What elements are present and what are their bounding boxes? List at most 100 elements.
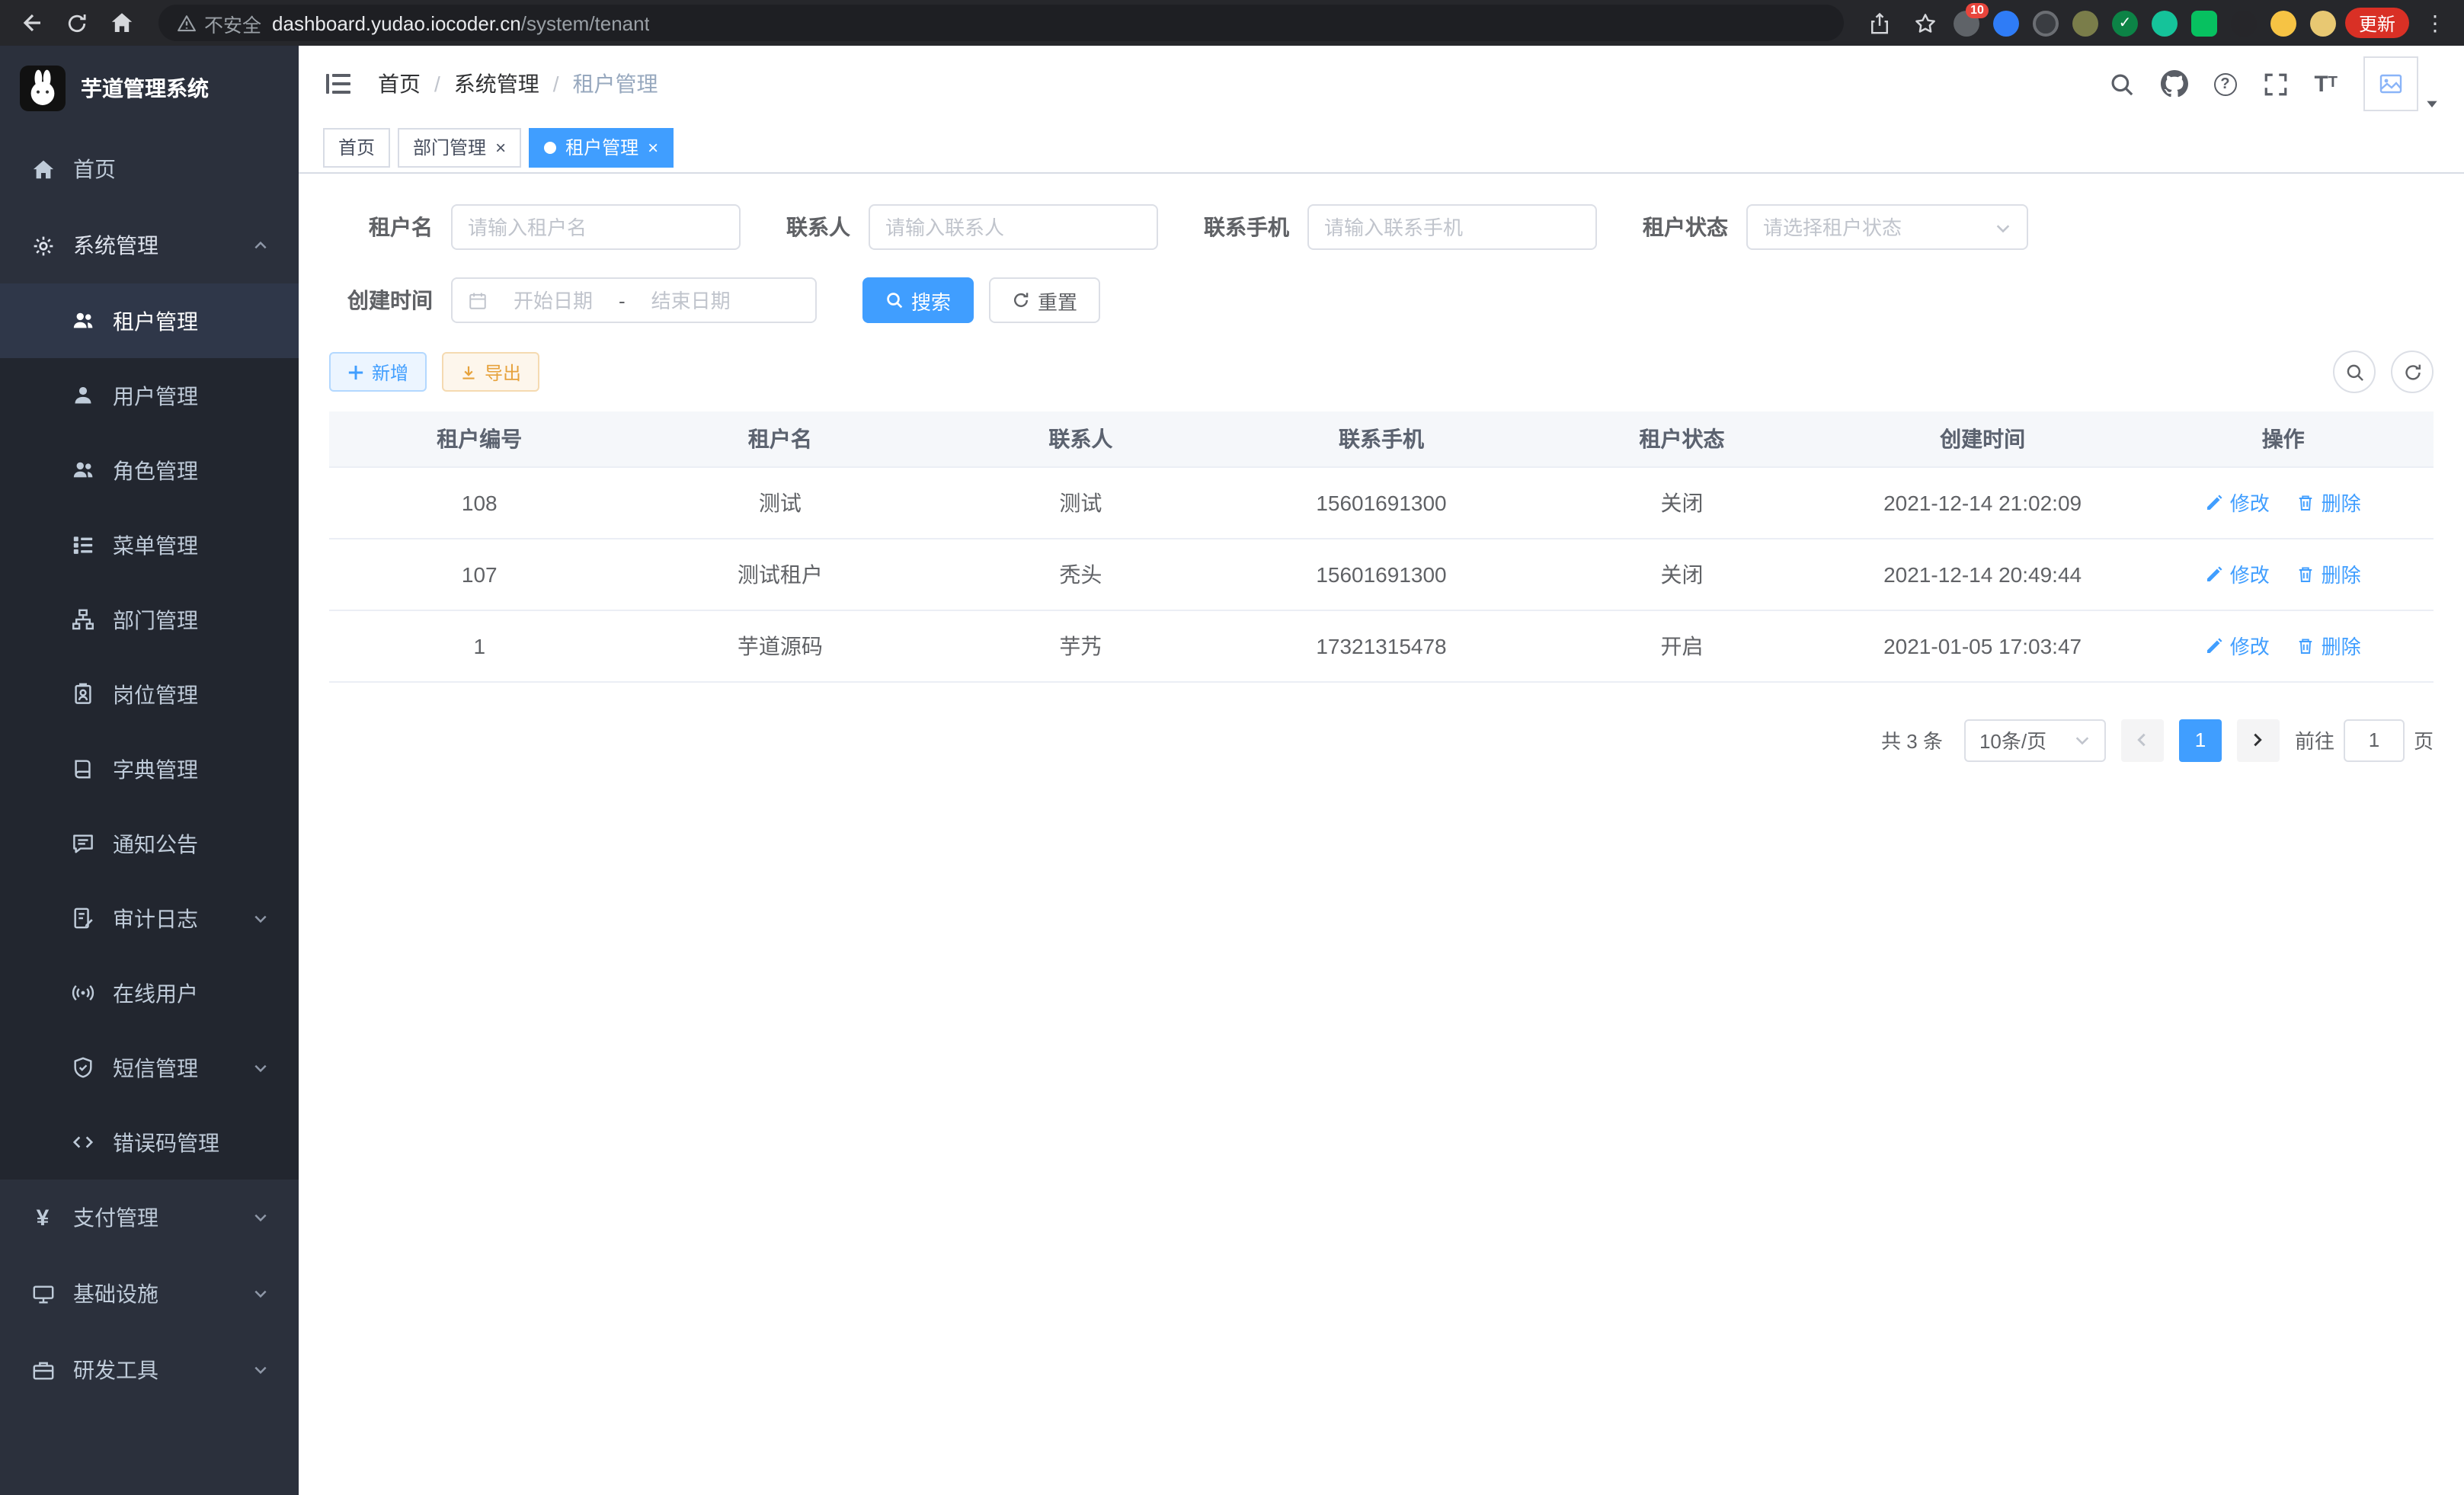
sidebar-item-user[interactable]: 用户管理	[0, 358, 299, 433]
warning-icon	[177, 13, 197, 33]
extension-icon-1[interactable]: 10	[1954, 10, 1979, 36]
sidebar-item-audit-log[interactable]: 审计日志	[0, 881, 299, 956]
edit-link[interactable]: 修改	[2206, 488, 2270, 517]
sidebar-item-dict[interactable]: 字典管理	[0, 731, 299, 806]
sidebar-logo[interactable]: 芋道管理系统	[0, 46, 299, 131]
user-avatar[interactable]	[2363, 56, 2440, 111]
sidebar-item-devtools[interactable]: 研发工具	[0, 1332, 299, 1408]
logo-rabbit-icon	[20, 66, 66, 111]
sidebar-item-post[interactable]: 岗位管理	[0, 657, 299, 731]
extension-icon-6[interactable]	[2152, 10, 2178, 36]
address-bar[interactable]: 不安全 dashboard.yudao.iocoder.cn/system/te…	[158, 5, 1844, 41]
status-select-input[interactable]	[1763, 216, 1986, 238]
close-icon[interactable]: ×	[648, 138, 658, 156]
contact-input[interactable]	[885, 216, 1141, 238]
help-icon[interactable]: ?	[2213, 72, 2236, 95]
sidebar-item-notice[interactable]: 通知公告	[0, 806, 299, 881]
page-number-button[interactable]: 1	[2179, 719, 2222, 761]
goto-label: 前往	[2295, 725, 2334, 754]
prev-page-button[interactable]	[2121, 719, 2164, 761]
filter-label: 创建时间	[329, 285, 433, 315]
col-mobile: 联系手机	[1231, 411, 1532, 466]
edit-link[interactable]: 修改	[2206, 631, 2270, 660]
extension-icon-9[interactable]	[2270, 10, 2296, 36]
sidebar-item-dept[interactable]: 部门管理	[0, 582, 299, 657]
breadcrumb-home[interactable]: 首页	[378, 69, 421, 99]
tag-tenant[interactable]: 租户管理 ×	[529, 127, 674, 167]
cell-status: 关闭	[1531, 538, 1832, 610]
top-navbar: 首页 / 系统管理 / 租户管理 ?	[299, 46, 2464, 122]
close-icon[interactable]: ×	[495, 138, 506, 156]
sidebar-item-label: 研发工具	[73, 1355, 158, 1385]
sidebar-item-home[interactable]: 首页	[0, 131, 299, 207]
goto-page-input[interactable]	[2344, 719, 2405, 761]
extension-icon-2[interactable]	[1993, 10, 2019, 36]
trash-icon	[2297, 565, 2315, 583]
reset-button[interactable]: 重置	[989, 277, 1100, 323]
sidebar-item-infra[interactable]: 基础设施	[0, 1256, 299, 1332]
end-date-input[interactable]	[635, 289, 747, 312]
back-icon[interactable]	[12, 5, 49, 41]
delete-link[interactable]: 删除	[2297, 488, 2361, 517]
extension-icon-4[interactable]	[2072, 10, 2098, 36]
chrome-update-button[interactable]: 更新	[2345, 8, 2409, 38]
extension-icon-3[interactable]	[2033, 10, 2059, 36]
extension-icon-7[interactable]	[2191, 10, 2217, 36]
share-icon[interactable]	[1862, 5, 1899, 41]
export-button[interactable]: 导出	[442, 352, 539, 392]
security-warning[interactable]: 不安全	[177, 8, 261, 37]
main-area: 首页 / 系统管理 / 租户管理 ?	[299, 46, 2464, 1495]
sidebar-item-online-users[interactable]: 在线用户	[0, 956, 299, 1030]
sidebar-item-menu[interactable]: 菜单管理	[0, 507, 299, 582]
sidebar-item-role[interactable]: 角色管理	[0, 433, 299, 507]
date-range-picker[interactable]: -	[451, 277, 817, 323]
add-button[interactable]: 新增	[329, 352, 427, 392]
tag-home[interactable]: 首页	[323, 127, 390, 167]
sidebar-item-tenant[interactable]: 租户管理	[0, 283, 299, 358]
cell-mobile: 17321315478	[1231, 610, 1532, 681]
home-icon[interactable]	[104, 5, 140, 41]
col-created: 创建时间	[1832, 411, 2133, 466]
sidebar-item-system[interactable]: 系统管理	[0, 207, 299, 283]
bookmark-star-icon[interactable]	[1908, 5, 1944, 41]
extension-icon-8[interactable]	[2231, 10, 2257, 36]
sidebar-item-label: 首页	[73, 154, 116, 184]
edit-link[interactable]: 修改	[2206, 559, 2270, 588]
filter-tenant-name: 租户名	[329, 204, 741, 250]
delete-link[interactable]: 删除	[2297, 559, 2361, 588]
right-toolbar	[2333, 351, 2434, 393]
mobile-input[interactable]	[1324, 216, 1580, 238]
sidebar-item-error-code[interactable]: 错误码管理	[0, 1105, 299, 1180]
sidebar-item-pay[interactable]: ¥ 支付管理	[0, 1180, 299, 1256]
fullscreen-icon[interactable]	[2262, 71, 2288, 97]
search-button[interactable]: 搜索	[862, 277, 974, 323]
delete-link[interactable]: 删除	[2297, 631, 2361, 660]
page-size-select[interactable]: 10条/页	[1964, 719, 2106, 761]
filter-row-2: 创建时间 - 搜索	[329, 277, 2434, 323]
breadcrumb-separator: /	[553, 72, 559, 96]
profile-avatar-icon[interactable]	[2310, 10, 2336, 36]
github-icon[interactable]	[2160, 70, 2187, 98]
sidebar-item-sms[interactable]: 短信管理	[0, 1030, 299, 1105]
browser-menu-icon[interactable]: ⋮	[2418, 10, 2452, 36]
tag-dept[interactable]: 部门管理 ×	[398, 127, 521, 167]
url-domain: dashboard.yudao.iocoder.cn	[272, 11, 521, 34]
status-select[interactable]	[1746, 204, 2028, 250]
next-page-button[interactable]	[2237, 719, 2280, 761]
start-date-input[interactable]	[497, 289, 610, 312]
tenant-name-input[interactable]	[468, 216, 724, 238]
cell-contact: 测试	[930, 466, 1231, 538]
toggle-search-button[interactable]	[2333, 351, 2376, 393]
font-size-icon[interactable]: TT	[2314, 72, 2338, 95]
cell-id: 108	[329, 466, 630, 538]
refresh-icon[interactable]	[58, 5, 94, 41]
breadcrumb-system[interactable]: 系统管理	[454, 69, 539, 99]
caret-down-icon	[2424, 96, 2440, 111]
sidebar-collapse-icon[interactable]	[323, 67, 357, 101]
system-submenu: 租户管理 用户管理 角色管理	[0, 283, 299, 1180]
viewport: 不安全 dashboard.yudao.iocoder.cn/system/te…	[0, 0, 2464, 1495]
refresh-table-button[interactable]	[2391, 351, 2434, 393]
extension-icon-5[interactable]: ✓	[2112, 10, 2138, 36]
search-icon[interactable]	[2108, 71, 2134, 97]
sidebar-item-label: 在线用户	[113, 978, 198, 1008]
